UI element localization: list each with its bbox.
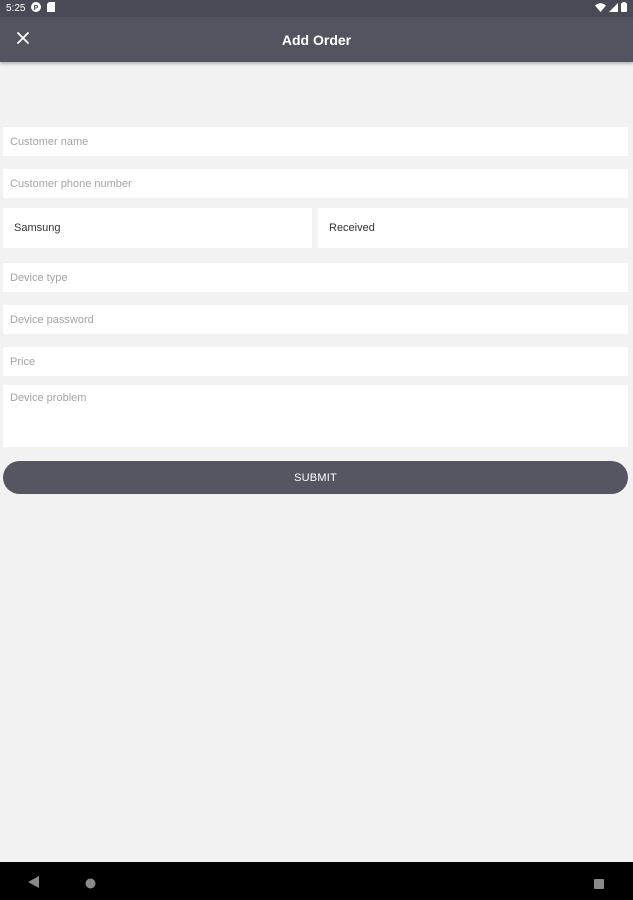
wifi-icon (595, 2, 606, 15)
page-title: Add Order (281, 31, 352, 48)
back-icon[interactable] (28, 875, 39, 893)
svg-text:P: P (34, 5, 39, 12)
submit-button[interactable]: SUBMIT (3, 461, 628, 494)
price-input[interactable] (3, 347, 628, 376)
customer-name-input[interactable] (3, 127, 628, 156)
customer-phone-input[interactable] (3, 169, 628, 198)
close-button[interactable] (12, 29, 34, 51)
recents-icon[interactable] (594, 876, 604, 894)
battery-icon (621, 2, 627, 15)
device-password-input[interactable] (3, 305, 628, 334)
app-notification-icon: P (31, 2, 42, 15)
close-icon (17, 31, 29, 49)
status-time: 5:25 (6, 3, 26, 14)
home-icon[interactable] (85, 876, 96, 894)
device-type-input[interactable] (3, 263, 628, 292)
status-bar: 5:25 P (0, 0, 633, 17)
app-bar: Add Order (0, 17, 633, 62)
status-selected-value: Received (329, 222, 375, 234)
brand-selected-value: Samsung (14, 222, 61, 234)
sd-card-icon (47, 2, 56, 15)
signal-icon (609, 2, 618, 15)
device-problem-textarea[interactable] (3, 385, 628, 447)
system-nav-bar (0, 862, 633, 900)
status-dropdown[interactable]: Received (318, 208, 628, 248)
brand-dropdown[interactable]: Samsung (3, 208, 312, 248)
